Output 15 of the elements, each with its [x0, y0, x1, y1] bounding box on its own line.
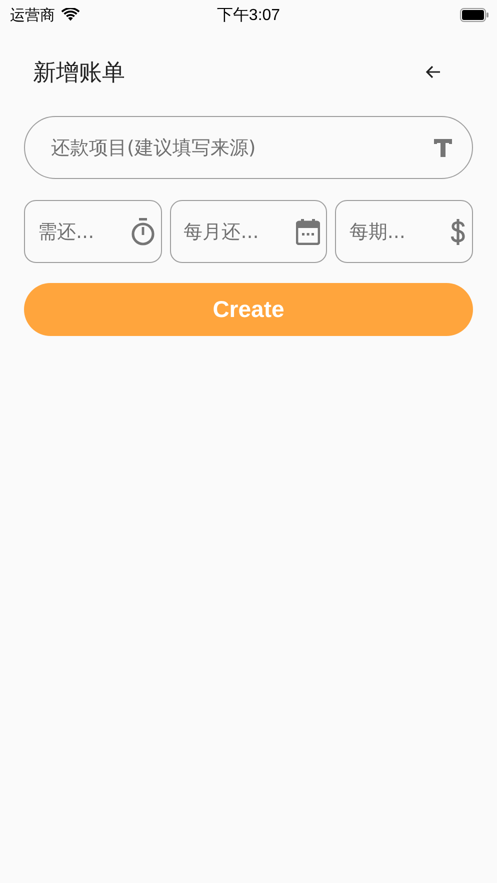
stopwatch-icon [130, 218, 155, 246]
input-field[interactable]: 需还... [24, 200, 162, 263]
battery-icon [460, 8, 489, 22]
carrier-name: 运营商 [10, 6, 55, 24]
wifi-icon [61, 8, 80, 22]
input-field[interactable]: 每月还... [170, 200, 328, 263]
dollar-icon [450, 218, 466, 246]
back-arrow-icon[interactable] [425, 65, 441, 79]
create-button[interactable]: Create [24, 283, 473, 336]
text-icon [433, 138, 453, 158]
page-title: 新增账单 [33, 58, 125, 88]
input-field[interactable]: 每期... [335, 200, 474, 263]
status-time: 下午3:07 [216, 6, 280, 26]
input-field[interactable]: 还款项目(建议填写来源) [24, 116, 473, 179]
calendar-icon [296, 218, 320, 244]
